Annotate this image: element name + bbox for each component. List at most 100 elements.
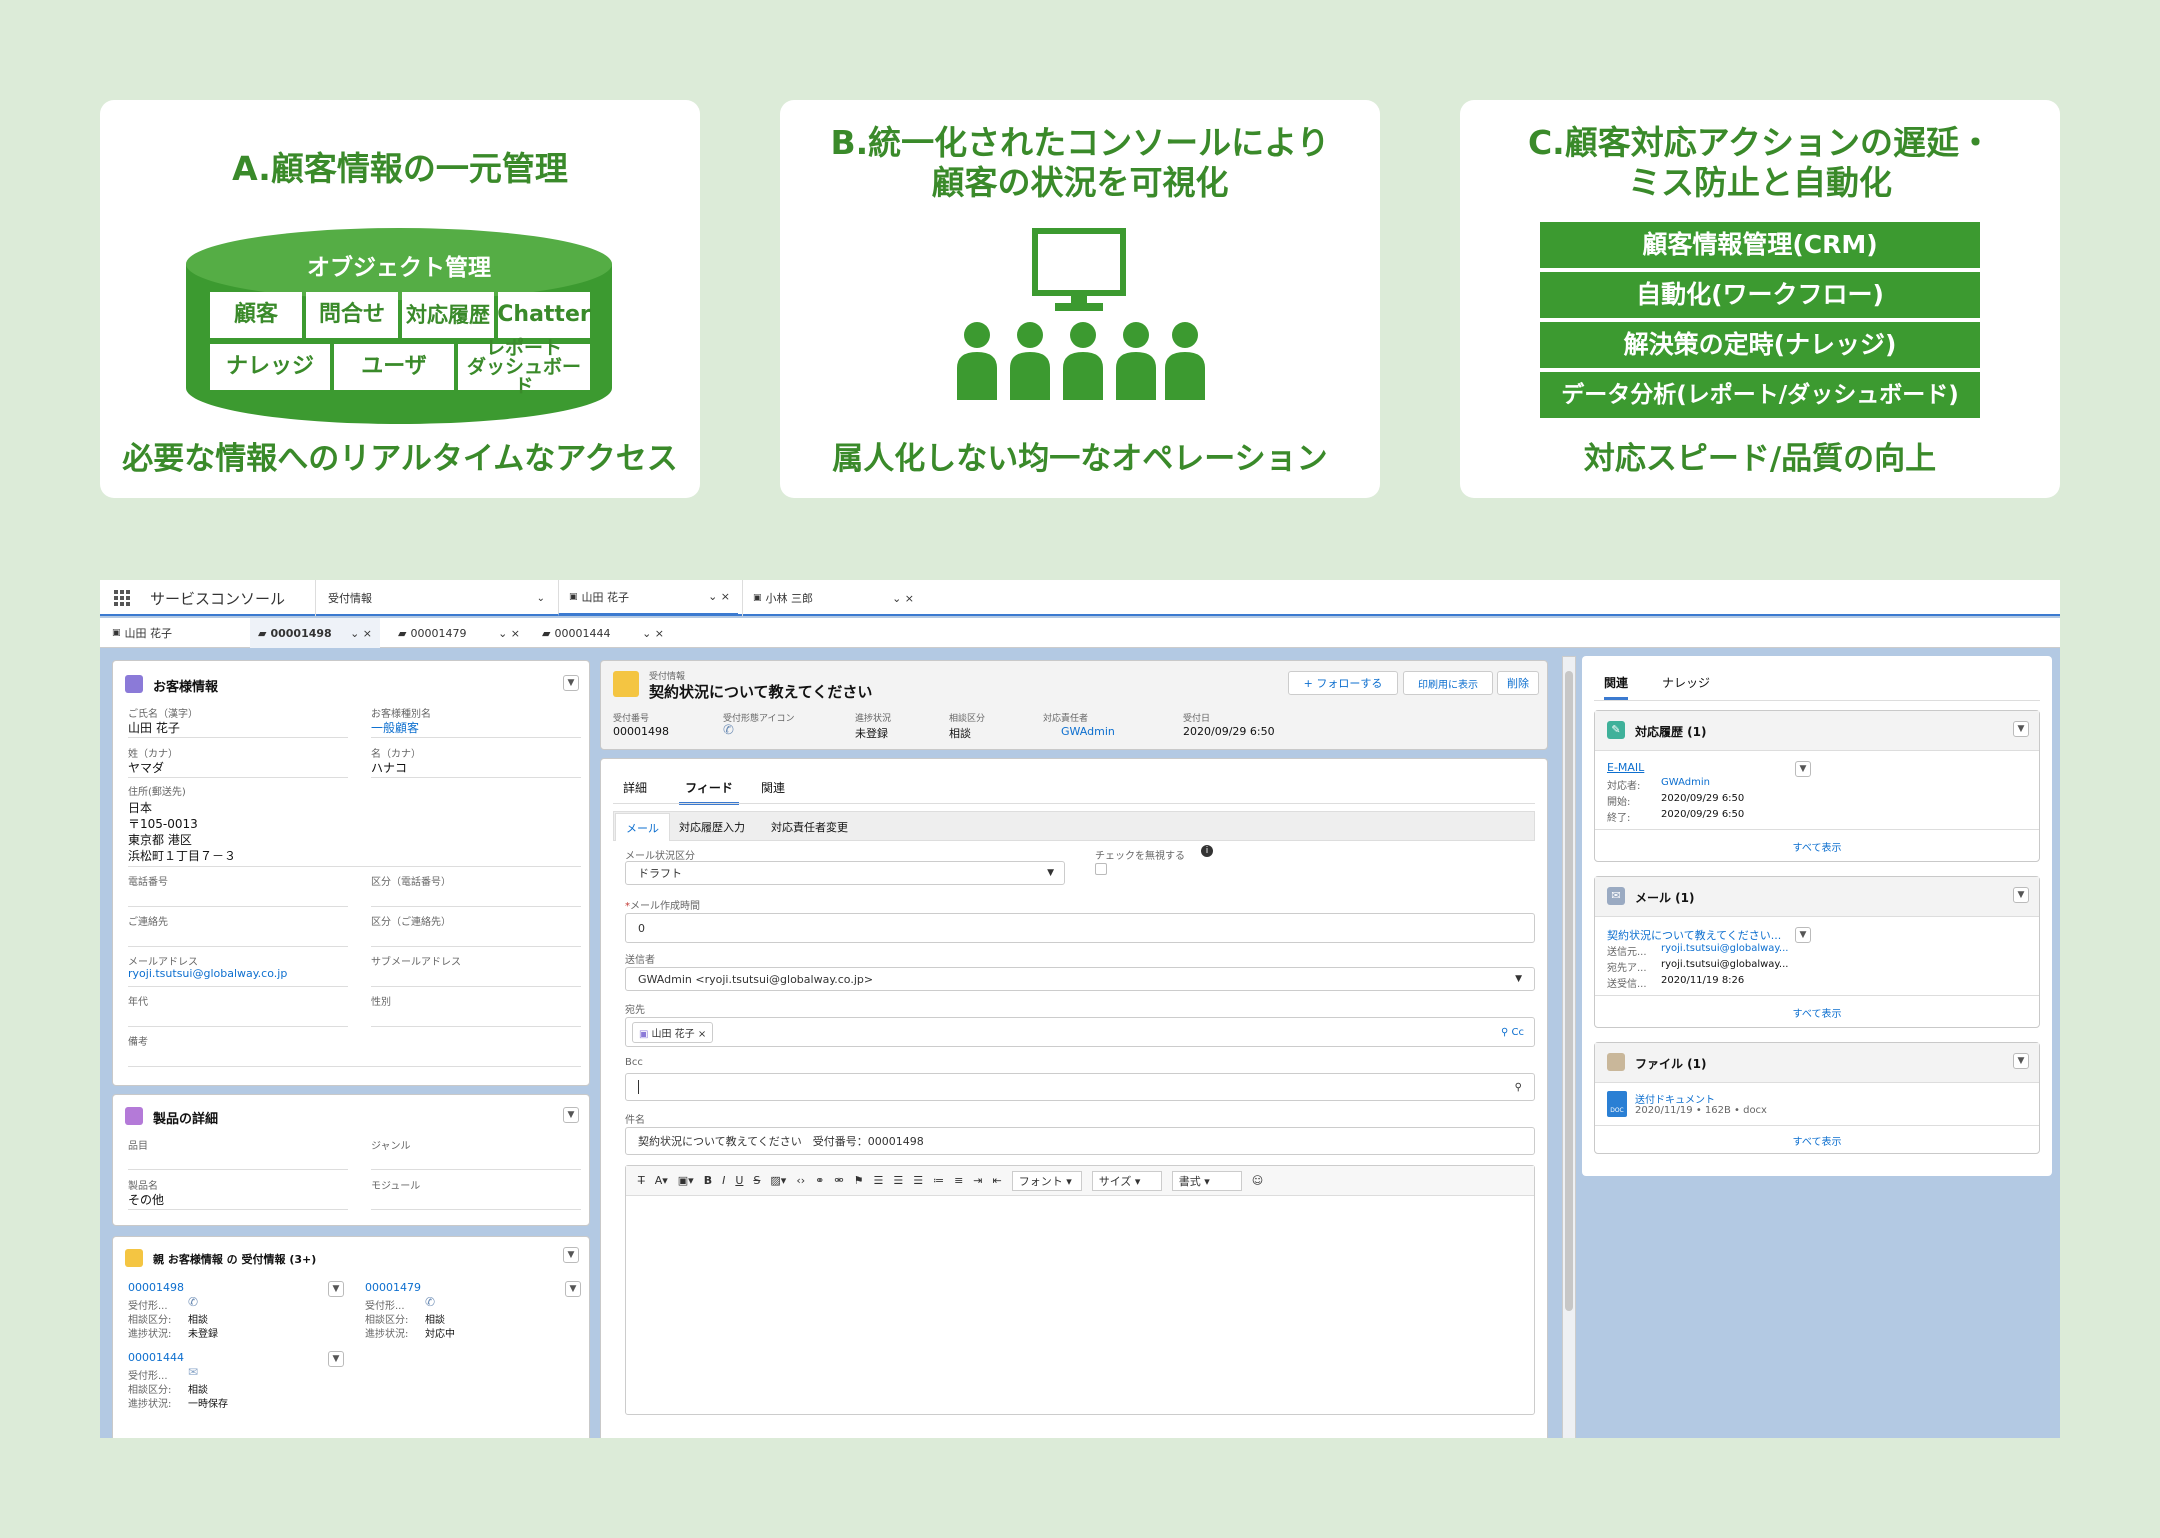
customer-info-panel: お客様情報 ▼ ご氏名（漢字） 山田 花子 お客様種別名 一般顧客 姓（カナ） … [112,660,590,1086]
chevron-down-icon[interactable]: ▼ [2013,1053,2029,1069]
tab-kobayashi[interactable]: ▣ 小林 三郎 ⌄ × [742,580,922,616]
tab-feed[interactable]: フィード [679,779,739,805]
close-icon[interactable]: ⌄ × [708,590,730,603]
chevron-down-icon[interactable]: ⌄ [537,593,545,604]
print-button[interactable]: 印刷用に表示 [1403,671,1493,695]
tab-knowledge[interactable]: ナレッジ [1662,674,1710,691]
mail-subject-link[interactable]: 契約状況について教えてください... [1607,927,1781,943]
record-body: 詳細 フィード 関連 メール 対応履歴入力 対応責任者変更 メール状況区分 ドラ… [600,758,1548,1438]
mail-from-link[interactable]: ryoji.tsutsui@globalway... [1661,943,1788,954]
from-select[interactable]: GWAdmin <ryoji.tsutsui@globalway.co.jp> ▼ [625,967,1535,991]
chevron-down-icon[interactable]: ▼ [563,675,579,691]
tab-reception[interactable]: 受付情報 ⌄ [315,580,555,616]
tab-related-right[interactable]: 関連 [1604,674,1629,700]
chevron-down-icon[interactable]: ▼ [1795,761,1811,777]
subtab-00001444[interactable]: ▰ 00001444 ⌄ × [542,618,672,648]
format-select[interactable]: 書式 ▾ [1171,1170,1242,1191]
subtab-00001479[interactable]: ▰ 00001479 ⌄ × [398,618,528,648]
record-link[interactable]: 00001444 [128,1351,184,1364]
hl-label: 受付日 [1183,714,1211,724]
flag-icon[interactable]: ⚑ [854,1174,864,1187]
scrollbar-thumb[interactable] [1565,671,1573,1311]
close-icon[interactable]: ⌄ × [642,627,664,640]
unlink-icon[interactable]: ⚮ [834,1174,843,1187]
bullet-list-icon[interactable]: ≔ [933,1174,944,1187]
mail-value: 2020/11/19 8:26 [1661,975,1745,986]
scrollbar[interactable] [1562,656,1576,1438]
chevron-down-icon[interactable]: ▼ [328,1281,344,1297]
close-icon[interactable]: ⌄ × [892,592,914,605]
owner-link[interactable]: GWAdmin [1061,725,1115,738]
tab-detail[interactable]: 詳細 [623,779,647,796]
size-select-label: サイズ [1098,1174,1132,1188]
chevron-down-icon[interactable]: ▼ [1795,927,1811,943]
close-icon[interactable]: ⌄ × [498,627,520,640]
align-center-icon[interactable]: ☰ [893,1174,903,1187]
person-icon[interactable]: ⚲ [1515,1082,1522,1093]
text-color-icon[interactable]: A▾ [655,1174,668,1187]
record-link[interactable]: 00001498 [128,1281,184,1294]
code-icon[interactable]: ‹› [796,1174,805,1187]
tab-history-entry[interactable]: 対応履歴入力 [679,819,745,835]
record-link[interactable]: 00001479 [365,1281,421,1294]
view-all-link[interactable]: すべて表示 [1595,839,2039,854]
console-topbar: サービスコンソール 受付情報 ⌄ ▣ 山田 花子 ⌄ × ▣ 小林 三郎 ⌄ × [100,580,2060,616]
to-input[interactable]: ▣ 山田 花子 × ⚲ Cc [625,1017,1535,1047]
mail-time-input[interactable]: 0 [625,913,1535,943]
chevron-down-icon[interactable]: ▼ [328,1351,344,1367]
history-type-link[interactable]: E-MAIL [1607,761,1644,774]
view-all-link[interactable]: すべて表示 [1595,1005,2039,1020]
image-icon[interactable]: ▨▾ [770,1174,786,1187]
subtab-yamada[interactable]: ▣ 山田 花子 [112,618,172,648]
strike-icon[interactable]: S [753,1174,760,1187]
font-select[interactable]: フォント ▾ [1011,1170,1082,1191]
link-icon[interactable]: ⚭ [815,1174,824,1187]
history-owner-link[interactable]: GWAdmin [1661,777,1710,788]
underline-icon[interactable]: U [735,1174,743,1187]
chevron-down-icon[interactable]: ▼ [565,1281,581,1297]
right-sidebar: 関連 ナレッジ ✎ 対応履歴 (1) ▼ E-MAIL ▼ 対応者: GWAdm… [1582,656,2052,1176]
box-crm: 顧客情報管理(CRM) [1540,222,1980,268]
tab-mail[interactable]: メール [615,813,670,841]
follow-button[interactable]: + フォローする [1288,671,1398,695]
outdent-icon[interactable]: ⇤ [993,1174,1002,1187]
subject-input[interactable]: 契約状況について教えてください 受付番号：00001498 [625,1127,1535,1155]
to-pill-label: 山田 花子 [651,1028,695,1040]
tab-yamada[interactable]: ▣ 山田 花子 ⌄ × [558,580,738,616]
emoji-icon[interactable]: ☺ [1252,1174,1263,1187]
chevron-down-icon[interactable]: ▼ [2013,721,2029,737]
rich-text-editor[interactable]: T̶ A▾ ▣▾ B I U S ▨▾ ‹› ⚭ ⚮ ⚑ ☰ ☰ ☰ ≔ ≡ ⇥… [625,1165,1535,1415]
cc-link[interactable]: ⚲ Cc [1501,1027,1524,1038]
size-select[interactable]: サイズ ▾ [1091,1170,1162,1191]
clear-format-icon[interactable]: T̶ [638,1174,645,1187]
email-value[interactable]: ryoji.tsutsui@globalway.co.jp [128,967,287,980]
italic-icon[interactable]: I [722,1174,725,1187]
address-label: 住所(郵送先) [128,787,186,798]
class-value[interactable]: 一般顧客 [371,719,419,736]
bcc-input[interactable]: ⚲ [625,1073,1535,1101]
related-reception-panel: 親 お客様情報 の 受付情報 (3+) ▼ 00001498 ▼ 受付形... … [112,1236,590,1438]
bold-icon[interactable]: B [704,1174,712,1187]
tab-related[interactable]: 関連 [761,779,785,796]
tab-owner-change[interactable]: 対応責任者変更 [771,819,848,835]
close-icon[interactable]: ⌄ × [350,627,372,640]
align-left-icon[interactable]: ☰ [873,1174,883,1187]
ignore-checkbox[interactable] [1095,863,1107,875]
align-right-icon[interactable]: ☰ [913,1174,923,1187]
mail-status-select[interactable]: ドラフト ▼ [625,861,1065,885]
subtab-00001498[interactable]: ▰ 00001498 ⌄ × [250,618,380,648]
indent-icon[interactable]: ⇥ [973,1174,982,1187]
number-list-icon[interactable]: ≡ [954,1174,963,1187]
app-launcher-icon[interactable] [114,590,130,606]
product-name-label: 製品名 [128,1181,158,1192]
chevron-down-icon[interactable]: ▼ [563,1247,579,1263]
delete-button[interactable]: 削除 [1497,671,1539,695]
phone-icon: ✆ [188,1295,199,1309]
bg-color-icon[interactable]: ▣▾ [678,1174,694,1187]
to-pill[interactable]: ▣ 山田 花子 × [632,1021,714,1043]
chevron-down-icon[interactable]: ▼ [2013,887,2029,903]
file-name-link[interactable]: 送付ドキュメント [1635,1091,1715,1106]
class-label: お客様種別名 [371,709,431,720]
view-all-link[interactable]: すべて表示 [1595,1133,2039,1148]
chevron-down-icon[interactable]: ▼ [563,1107,579,1123]
